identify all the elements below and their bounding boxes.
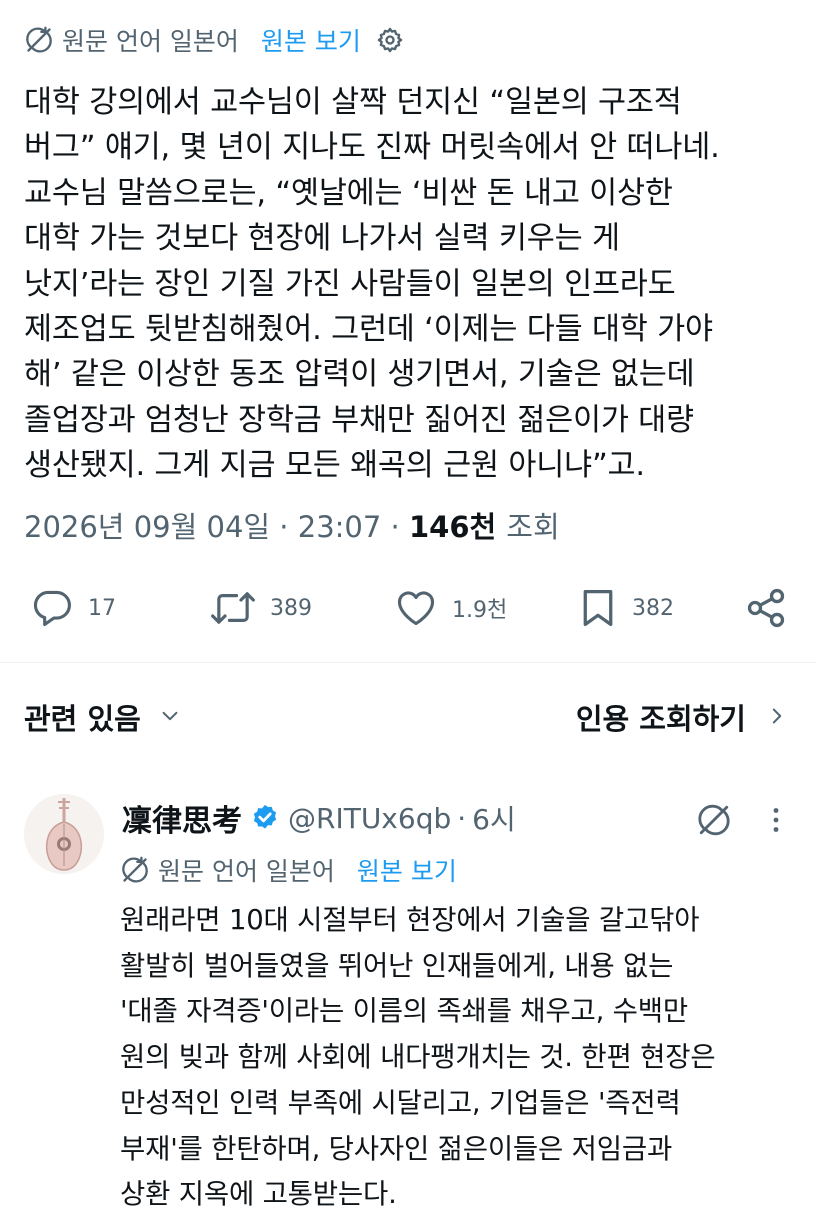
related-label: 관련 있음 xyxy=(24,702,141,736)
like-button[interactable]: 1.9천 xyxy=(394,582,507,634)
tweet-text-line: 생산됐지. 그게 지금 모든 왜곡의 근원 아니냐”고. xyxy=(24,448,645,484)
share-icon xyxy=(744,586,788,630)
separator-dot: · xyxy=(457,801,467,835)
like-count: 1.9천 xyxy=(452,598,508,623)
reply-icon xyxy=(30,586,74,630)
reply-text-line: 원의 빚과 함께 사회에 내다팽개치는 것. 한편 현장은 xyxy=(120,1041,716,1074)
view-count-label: 조회 xyxy=(506,510,560,544)
tweet-text-line: 제조업도 뒷받침해줬어. 그런데 ‘이제는 다들 대학 가야 xyxy=(24,312,713,348)
reply-text-line: 상환 지옥에 고통받는다. xyxy=(120,1178,397,1211)
verified-badge-icon xyxy=(250,803,280,833)
chevron-down-icon xyxy=(159,700,181,734)
action-bar: 17 389 1.9천 382 xyxy=(0,582,816,634)
related-section-header: 관련 있음 인용 조회하기 xyxy=(0,688,816,748)
author-handle[interactable]: @RITUx6qb xyxy=(288,802,451,835)
reply-tweet[interactable]: 凜律思考 @RITUx6qb · 6시 원문 언어 일본어 원본 보기 원래라면… xyxy=(0,780,816,1230)
tweet-text-line: 교수님 말씀으로는, “옛날에는 ‘비싼 돈 내고 이상한 xyxy=(24,175,673,211)
gear-icon[interactable] xyxy=(375,25,405,55)
source-language-label: 원문 언어 일본어 xyxy=(62,27,239,56)
source-language-label: 원문 언어 일본어 xyxy=(158,857,335,886)
retweet-icon xyxy=(210,586,256,630)
reply-text-line: 원래라면 10대 시절부터 현장에서 기술을 갈고닦아 xyxy=(120,904,700,936)
bookmark-button[interactable]: 382 xyxy=(578,582,674,634)
view-original-link[interactable]: 원본 보기 xyxy=(357,852,457,888)
no-translate-icon xyxy=(120,855,150,885)
translation-bar: 원문 언어 일본어 원본 보기 xyxy=(24,22,405,58)
tweet-text-line: 버그” 얘기, 몇 년이 지나도 진짜 머릿속에서 안 떠나네. xyxy=(24,130,720,166)
related-toggle[interactable]: 관련 있음 xyxy=(24,696,181,738)
more-options-icon[interactable] xyxy=(762,800,790,840)
reply-text-line: 활발히 벌어들였을 뛰어난 인재들에게, 내용 없는 xyxy=(120,949,674,982)
reply-text-line: 만성적인 인력 부족에 시달리고, 기업들은 '즉전력 xyxy=(120,1086,681,1119)
retweet-count: 389 xyxy=(270,595,312,621)
chevron-right-icon xyxy=(766,700,788,734)
reply-button[interactable]: 17 xyxy=(30,582,116,634)
tweet-text-line: 낫지’라는 장인 기질 가진 사람들이 일본의 인프라도 xyxy=(24,266,676,302)
tweet-text: 대학 강의에서 교수님이 살짝 던지신 “일본의 구조적 버그” 얘기, 몇 년… xyxy=(24,80,804,489)
view-count: 146천 xyxy=(408,510,507,544)
no-translate-icon xyxy=(24,25,54,55)
tweet-timestamp[interactable]: 2026년 09월 04일 · 23:07 · xyxy=(24,510,409,544)
reply-text: 원래라면 10대 시절부터 현장에서 기술을 갈고닦아 활발히 벌어들였을 뛰어… xyxy=(120,898,800,1218)
reply-text-line: '대졸 자격증'이라는 이름의 족쇄를 채우고, 수백만 xyxy=(120,995,688,1028)
share-button[interactable] xyxy=(744,582,788,634)
quote-views-link[interactable]: 인용 조회하기 xyxy=(576,696,788,738)
tweet-text-line: 대학 가는 것보다 현장에 나가서 실력 키우는 게 xyxy=(24,221,620,257)
bookmark-count: 382 xyxy=(632,595,674,621)
tweet-text-line: 졸업장과 엄청난 장학금 부채만 짊어진 젊은이가 대량 xyxy=(24,402,694,438)
tweet-text-line: 대학 강의에서 교수님이 살짝 던지신 “일본의 구조적 xyxy=(24,85,682,120)
quote-views-label: 인용 조회하기 xyxy=(575,702,746,736)
reply-translation-bar: 원문 언어 일본어 원본 보기 xyxy=(120,850,457,890)
reply-timestamp[interactable]: 6시 xyxy=(472,798,516,838)
reply-count: 17 xyxy=(88,595,116,621)
author-name[interactable]: 凜律思考 xyxy=(122,796,242,840)
reply-header: 凜律思考 @RITUx6qb · 6시 xyxy=(122,796,516,840)
tweet-meta: 2026년 09월 04일 · 23:07 · 146천 조회 xyxy=(24,504,560,546)
bookmark-icon xyxy=(578,586,618,630)
avatar[interactable] xyxy=(24,794,104,874)
tweet-text-line: 해’ 같은 이상한 동조 압력이 생기면서, 기술은 없는데 xyxy=(24,357,695,393)
heart-icon xyxy=(394,586,438,630)
view-original-link[interactable]: 원본 보기 xyxy=(261,22,361,58)
reply-text-line: 부재'를 한탄하며, 당사자인 젊은이들은 저임금과 xyxy=(120,1132,673,1165)
retweet-button[interactable]: 389 xyxy=(210,582,312,634)
no-translate-icon[interactable] xyxy=(694,800,734,840)
section-divider xyxy=(0,662,816,663)
